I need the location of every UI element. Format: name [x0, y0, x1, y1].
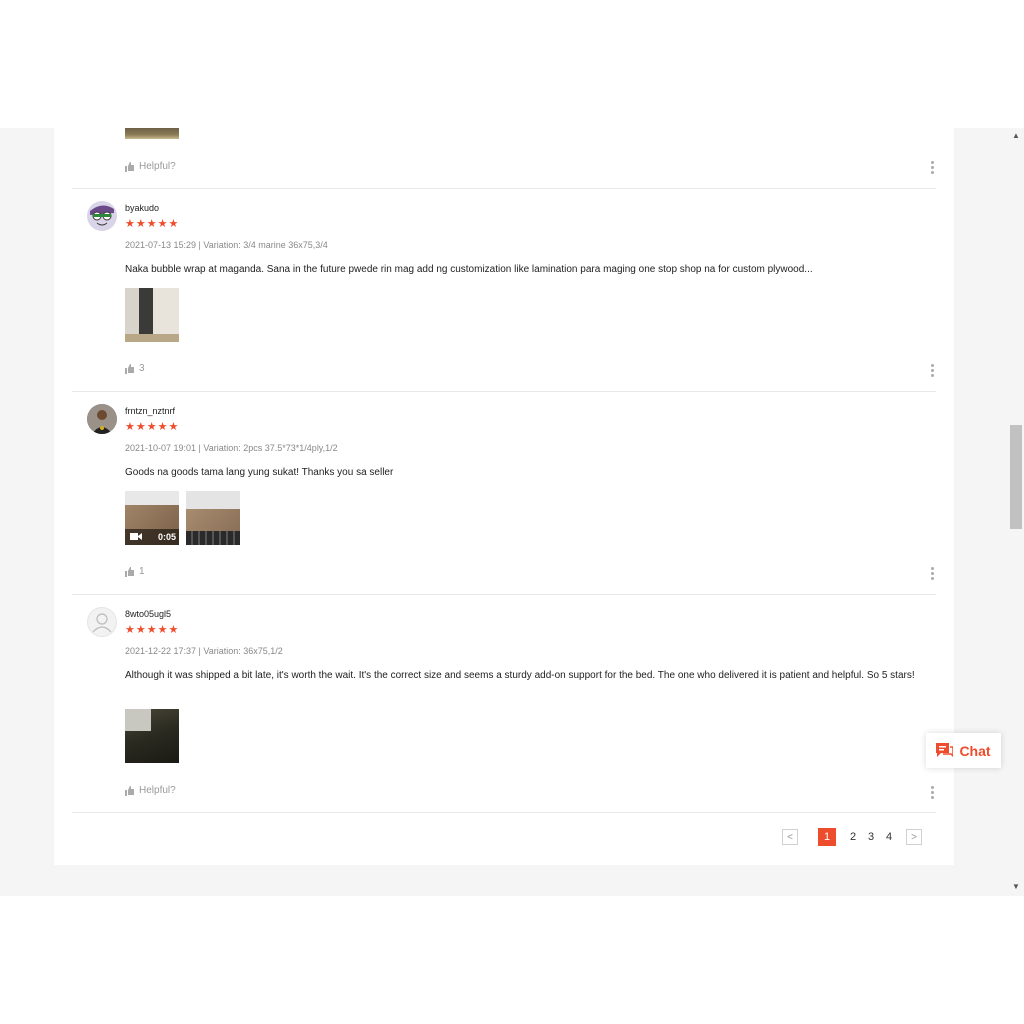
avatar[interactable]	[87, 201, 117, 231]
helpful-count: 3	[139, 363, 145, 374]
avatar[interactable]	[87, 607, 117, 637]
review-author[interactable]: frntzn_nztnrf	[125, 406, 175, 416]
scroll-down-arrow[interactable]: ▼	[1012, 882, 1020, 891]
more-options-button[interactable]	[931, 567, 935, 582]
scroll-up-arrow[interactable]: ▲	[1012, 131, 1020, 140]
chat-label: Chat	[959, 742, 991, 759]
review-author[interactable]: 8wto05ugl5	[125, 609, 171, 619]
thumbs-up-icon	[125, 566, 134, 577]
next-page-button[interactable]: >	[906, 829, 922, 845]
rating-stars: ★★★★★	[125, 421, 180, 433]
review-text: Naka bubble wrap at maganda. Sana in the…	[125, 264, 813, 275]
thumbs-up-icon	[125, 363, 134, 374]
page-1-button[interactable]: 1	[818, 828, 836, 846]
chat-icon	[936, 742, 954, 757]
review-media-thumbnail[interactable]	[125, 288, 179, 342]
review-meta: 2021-10-07 19:01 | Variation: 2pcs 37.5*…	[125, 443, 338, 453]
helpful-button[interactable]: 3	[125, 363, 145, 374]
page-2-button[interactable]: 2	[844, 831, 862, 843]
scrollbar[interactable]: ▲ ▼	[1008, 128, 1024, 896]
chat-button[interactable]: Chat	[926, 733, 1001, 768]
helpful-button[interactable]: Helpful?	[125, 161, 176, 172]
review-item: byakudo ★★★★★ 2021-07-13 15:29 | Variati…	[72, 189, 936, 391]
scrollbar-thumb[interactable]	[1010, 425, 1022, 529]
pagination: < 1 2 3 4 >	[782, 828, 922, 846]
review-meta: 2021-07-13 15:29 | Variation: 3/4 marine…	[125, 240, 328, 250]
video-camera-icon	[130, 533, 142, 540]
review-text: Goods na goods tama lang yung sukat! Tha…	[125, 467, 394, 478]
rating-stars: ★★★★★	[125, 218, 180, 230]
page-viewport: Helpful? byakudo ★★★★★ 2021-07-13 15:29 …	[0, 128, 1024, 896]
reviews-card: Helpful? byakudo ★★★★★ 2021-07-13 15:29 …	[54, 128, 954, 865]
more-options-button[interactable]	[931, 364, 935, 379]
review-text: Although it was shipped a bit late, it's…	[125, 670, 915, 681]
default-user-icon	[92, 613, 112, 633]
page-4-button[interactable]: 4	[880, 831, 898, 843]
helpful-count: 1	[139, 566, 145, 577]
rating-stars: ★★★★★	[125, 624, 180, 636]
review-author[interactable]: byakudo	[125, 203, 159, 213]
review-meta: 2021-12-22 17:37 | Variation: 36x75,1/2	[125, 646, 283, 656]
more-options-button[interactable]	[931, 161, 935, 176]
helpful-label: Helpful?	[139, 161, 176, 172]
review-item: frntzn_nztnrf ★★★★★ 2021-10-07 19:01 | V…	[72, 392, 936, 594]
review-item: 8wto05ugl5 ★★★★★ 2021-12-22 17:37 | Vari…	[72, 595, 936, 812]
page-3-button[interactable]: 3	[862, 831, 880, 843]
more-options-button[interactable]	[931, 786, 935, 801]
divider	[72, 812, 936, 813]
review-video-thumbnail[interactable]: 0:05	[125, 491, 179, 545]
helpful-button[interactable]: 1	[125, 566, 145, 577]
video-duration: 0:05	[157, 532, 176, 542]
helpful-button[interactable]: Helpful?	[125, 785, 176, 796]
prev-page-button[interactable]: <	[782, 829, 798, 845]
review-media-thumbnail[interactable]	[186, 491, 240, 545]
thumbs-up-icon	[125, 785, 134, 796]
thumbs-up-icon	[125, 161, 134, 172]
review-media-thumbnail[interactable]	[125, 128, 179, 139]
review-media-thumbnail[interactable]	[125, 709, 179, 763]
helpful-label: Helpful?	[139, 785, 176, 796]
avatar[interactable]	[87, 404, 117, 434]
